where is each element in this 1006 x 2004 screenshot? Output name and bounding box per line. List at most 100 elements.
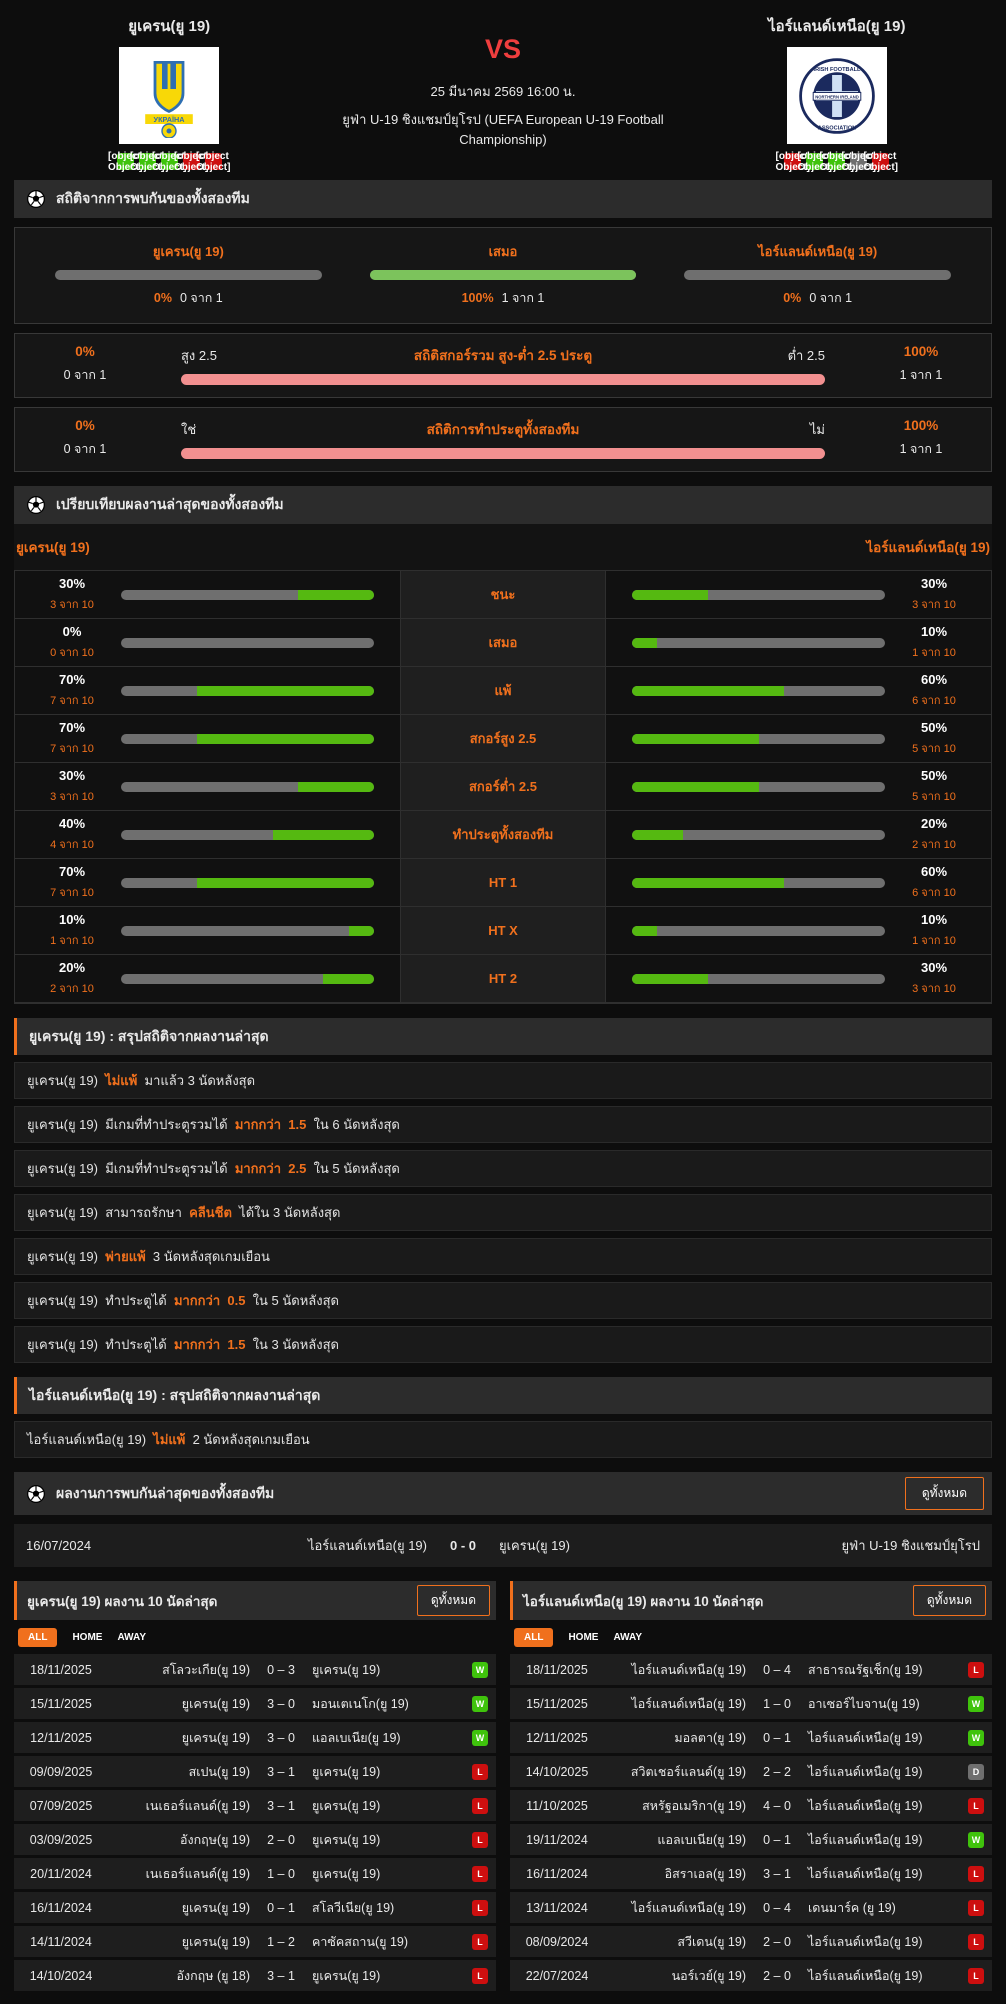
filter-tab[interactable]: ALL [514,1628,554,1647]
h2h-column-bar [369,270,637,280]
h2h-result-box: ยูเครน(ยู 19) 0% 0 จาก 1 เสมอ 100% 1 จาก… [14,227,992,324]
count-value: 0 จาก 10 [50,647,94,659]
percent-value: 30% [920,576,948,591]
match-row[interactable]: 16/11/2024 อิสราเอล(ยู 19) 3 – 1 ไอร์แลน… [510,1858,992,1889]
count-value: 3 จาก 10 [50,791,94,803]
away-stat-bar [632,925,885,936]
percent-value: 0% [62,624,82,639]
competition-name: ยูฟ่า U-19 ชิงแชมป์ยุโรป (UEFA European … [342,112,664,148]
summary-text: 3 นัดหลังสุดเกมเยือน [145,1249,270,1264]
away-values: 10% 1 จาก 10 [903,624,965,661]
stat-label: แพ้ [400,667,606,714]
count-value: 3 จาก 10 [912,599,956,611]
away-team: ไอร์แลนด์เหนือ(ยู 19) [808,1968,923,1983]
match-row[interactable]: 14/11/2024 ยูเครน(ยู 19) 1 – 2 คาซัคสถาน… [14,1926,496,1957]
comparison-home-side: 0% 0 จาก 10 [15,619,400,666]
away-team: ยูเครน(ยู 19) [312,1866,381,1881]
h2h-result-column: ยูเครน(ยู 19) 0% 0 จาก 1 [55,241,322,308]
match-row[interactable]: 08/09/2024 สวีเดน(ยู 19) 2 – 0 ไอร์แลนด์… [510,1926,992,1957]
comparison-home-side: 70% 7 จาก 10 [15,715,400,762]
count-value: 0 จาก 1 [179,291,223,305]
match-row[interactable]: 18/11/2025 สโลวะเกีย(ยู 19) 0 – 3 ยูเครน… [14,1654,496,1685]
match-row[interactable]: 13/11/2024 ไอร์แลนด์เหนือ(ยู 19) 0 – 4 เ… [510,1892,992,1923]
match-row[interactable]: 16/11/2024 ยูเครน(ยู 19) 0 – 1 สโลวีเนีย… [14,1892,496,1923]
match-competition: ยูฟ่า U-19 ชิงแชมป์ยุโรป [841,1538,980,1553]
match-row[interactable]: 20/11/2024 เนเธอร์แลนด์(ยู 19) 1 – 0 ยูเ… [14,1858,496,1889]
filter-tab[interactable]: AWAY [613,1628,642,1647]
match-row[interactable]: 19/11/2024 แอลเบเนีย(ยู 19) 0 – 1 ไอร์แล… [510,1824,992,1855]
comparison-home-side: 70% 7 จาก 10 [15,667,400,714]
match-row[interactable]: 12/11/2025 มอลตา(ยู 19) 0 – 1 ไอร์แลนด์เ… [510,1722,992,1753]
home-team: เนเธอร์แลนด์(ยู 19) [145,1798,250,1813]
match-row[interactable]: 14/10/2025 สวิตเชอร์แลนด์(ยู 19) 2 – 2 ไ… [510,1756,992,1787]
comparison-title: เปรียบเทียบผลงานล่าสุดของทั้งสองทีม [56,496,284,512]
match-score: 3 – 1 [267,1798,295,1813]
match-row[interactable]: 07/09/2025 เนเธอร์แลนด์(ยู 19) 3 – 1 ยูเ… [14,1790,496,1821]
match-score: 0 – 3 [267,1662,295,1677]
summary-text: ใน 5 นัดหลังสุด [306,1161,400,1176]
comparison-home-side: 70% 7 จาก 10 [15,859,400,906]
btts-bar [181,448,825,459]
result-badge: L [472,1899,488,1916]
match-row[interactable]: 09/09/2025 สเปน(ยู 19) 3 – 1 ยูเครน(ยู 1… [14,1756,496,1787]
match-date: 11/10/2025 [526,1798,588,1813]
match-score: 2 – 0 [763,1934,791,1949]
away-team: ยูเครน(ยู 19) [312,1662,381,1677]
home-stat-bar [121,925,374,936]
match-date: 19/11/2024 [526,1832,588,1847]
away-team: ยูเครน(ยู 19) [312,1798,381,1813]
match-row[interactable]: 14/10/2024 อังกฤษ (ยู 18) 3 – 1 ยูเครน(ย… [14,1960,496,1991]
filter-tab[interactable]: ALL [18,1628,58,1647]
away-stat-bar [632,973,885,984]
filter-tab[interactable]: HOME [568,1628,598,1647]
count-value: 6 จาก 10 [912,887,956,899]
away-team: แอลเบเนีย(ยู 19) [312,1730,401,1745]
away-recent-tabs: ALL HOME AWAY [510,1620,992,1654]
view-all-button[interactable]: ดูทั้งหมด [416,1585,490,1616]
result-badge: L [472,1967,488,1984]
summary-text: ยูเครน(ยู 19) สามารถรักษา [27,1205,190,1220]
away-values: 30% 3 จาก 10 [903,960,965,997]
summary-row: ยูเครน(ยู 19) ไม่แพ้ มาแล้ว 3 นัดหลังสุด [14,1062,992,1099]
match-score: 3 – 0 [267,1696,295,1711]
match-date: 20/11/2024 [30,1866,92,1881]
away-team: ยูเครน(ยู 19) [312,1968,381,1983]
home-team: ยูเครน(ยู 19) [181,1934,250,1949]
count-value: 7 จาก 10 [50,743,94,755]
comparison-away-side: 60% 6 จาก 10 [606,667,991,714]
home-values: 30% 3 จาก 10 [41,768,103,805]
over-under-title: สถิติสกอร์รวม สูง-ต่ำ 2.5 ประตู [413,348,593,363]
summary-text: มาแล้ว 3 นัดหลังสุด [137,1073,256,1088]
away-summary-header: ไอร์แลนด์เหนือ(ยู 19) : สรุปสถิติจากผลงา… [14,1377,992,1414]
match-score: 1 – 2 [267,1934,295,1949]
away-stat-bar [632,733,885,744]
filter-tab[interactable]: AWAY [117,1628,146,1647]
match-row[interactable]: 18/11/2025 ไอร์แลนด์เหนือ(ยู 19) 0 – 4 ส… [510,1654,992,1685]
stat-label: เสมอ [400,619,606,666]
home-values: 30% 3 จาก 10 [41,576,103,613]
count-value: 1 จาก 10 [912,647,956,659]
match-date: 07/09/2025 [29,1798,93,1813]
match-row[interactable]: 15/11/2025 ไอร์แลนด์เหนือ(ยู 19) 1 – 0 อ… [510,1688,992,1719]
vs-label: VS [484,34,521,64]
percent-value: 40% [58,816,86,831]
match-row[interactable]: 12/11/2025 ยูเครน(ยู 19) 3 – 0 แอลเบเนีย… [14,1722,496,1753]
match-row[interactable]: 15/11/2025 ยูเครน(ยู 19) 3 – 0 มอนเตเนโก… [14,1688,496,1719]
result-badge: L [472,1797,488,1814]
away-summary-section: ไอร์แลนด์เหนือ(ยู 19) : สรุปสถิติจากผลงา… [14,1377,992,1458]
match-row[interactable]: 11/10/2025 สหรัฐอเมริกา(ยู 19) 4 – 0 ไอร… [510,1790,992,1821]
summary-text: ไอร์แลนด์เหนือ(ยู 19) [27,1432,154,1447]
view-all-button[interactable]: ดูทั้งหมด [912,1585,986,1616]
comparison-row: 70% 7 จาก 10 แพ้ 60% 6 จาก 10 [15,667,991,715]
match-row[interactable]: 22/07/2024 นอร์เวย์(ยู 19) 2 – 0 ไอร์แลน… [510,1960,992,1991]
comparison-section: เปรียบเทียบผลงานล่าสุดของทั้งสองทีม ยูเค… [14,486,992,1004]
h2h-match-row[interactable]: 16/07/2024 ไอร์แลนด์เหนือ(ยู 19) 0 - 0 ย… [14,1524,992,1567]
recent-form-tables: ยูเครน(ยู 19) ผลงาน 10 นัดล่าสุด ดูทั้งห… [14,1581,992,1994]
filter-tab[interactable]: HOME [72,1628,102,1647]
match-row[interactable]: 03/09/2025 อังกฤษ(ยู 19) 2 – 0 ยูเครน(ยู… [14,1824,496,1855]
view-all-button[interactable]: ดูทั้งหมด [904,1477,984,1510]
comparison-rows: 30% 3 จาก 10 ชนะ 30% 3 จาก 10 0% 0 จาก 1… [14,570,992,1004]
summary-text: ใน 6 นัดหลังสุด [306,1117,400,1132]
h2h-stats-header: สถิติจากการพบกันของทั้งสองทีม [14,180,992,218]
btts-no-label: ไม่ [809,421,825,437]
